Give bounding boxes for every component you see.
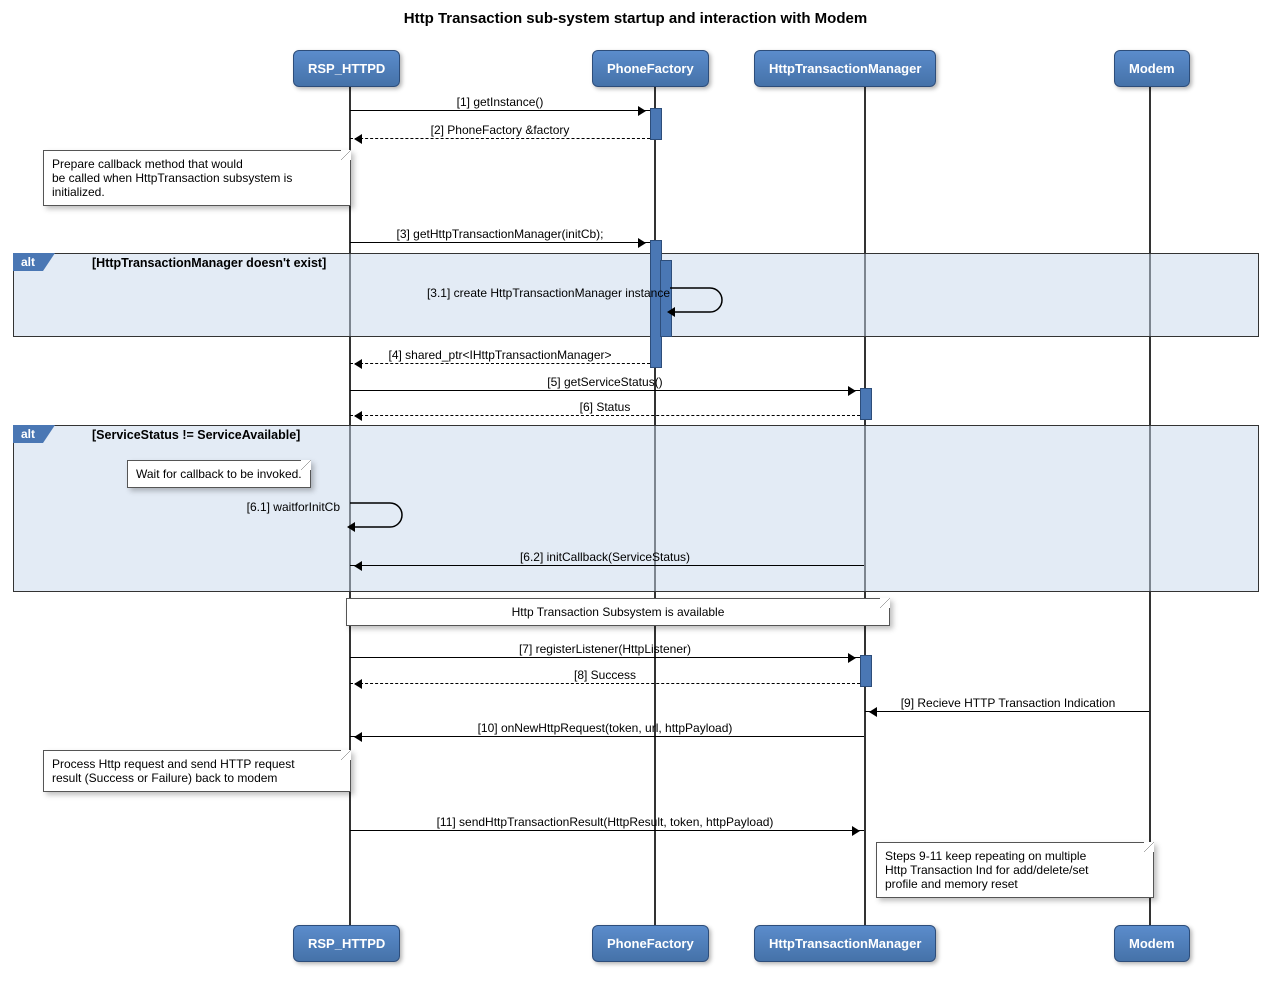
message-5-label: [5] getServiceStatus() (350, 375, 860, 389)
alt-1-label: alt (13, 253, 55, 271)
message-7-arrow (350, 657, 860, 659)
alt-2-guard: [ServiceStatus != ServiceAvailable] (92, 428, 300, 442)
message-8-label: [8] Success (350, 668, 860, 682)
message-5-arrow (350, 390, 860, 392)
note-prepare-callback: Prepare callback method that would be ca… (43, 150, 351, 206)
activation-htm-7 (860, 655, 872, 687)
message-10-label: [10] onNewHttpRequest(token, url, httpPa… (350, 721, 860, 735)
message-9-label: [9] Recieve HTTP Transaction Indication (868, 696, 1148, 710)
message-2-label: [2] PhoneFactory &factory (350, 123, 650, 137)
participant-phonefactory-top: PhoneFactory (592, 50, 709, 87)
diagram-title: Http Transaction sub-system startup and … (10, 10, 1261, 27)
participant-modem-top: Modem (1114, 50, 1190, 87)
message-6-2-label: [6.2] initCallback(ServiceStatus) (350, 550, 860, 564)
note-steps-repeat: Steps 9-11 keep repeating on multiple Ht… (876, 842, 1154, 898)
message-1-label: [1] getInstance() (350, 95, 650, 109)
message-8-arrow (350, 683, 860, 685)
message-11-label: [11] sendHttpTransactionResult(HttpResul… (350, 815, 860, 829)
activation-htm-5 (860, 388, 872, 420)
message-3-arrow (350, 242, 650, 244)
note-wait-callback: Wait for callback to be invoked. (127, 460, 311, 488)
note-subsystem-available: Http Transaction Subsystem is available (346, 598, 890, 626)
participant-rsp-httpd-bottom: RSP_HTTPD (293, 925, 400, 962)
message-3-1-label: [3.1] create HttpTransactionManager inst… (350, 286, 670, 300)
message-3-label: [3] getHttpTransactionManager(initCb); (350, 227, 650, 241)
sequence-diagram: Http Transaction sub-system startup and … (10, 10, 1261, 982)
message-10-arrow (350, 736, 864, 738)
message-4-arrow (350, 363, 650, 365)
participant-rsp-httpd-top: RSP_HTTPD (293, 50, 400, 87)
message-6-1-loop (350, 500, 410, 533)
message-9-arrow (865, 711, 1149, 713)
alt-1-guard: [HttpTransactionManager doesn't exist] (92, 256, 326, 270)
message-11-arrow (350, 830, 864, 832)
message-6-2-arrow (350, 565, 864, 567)
activation-phonefactory-1 (650, 108, 662, 140)
message-4-label: [4] shared_ptr<IHttpTransactionManager> (350, 348, 650, 362)
alt-2-label: alt (13, 425, 55, 443)
participant-httptransactionmanager-top: HttpTransactionManager (754, 50, 936, 87)
note-process-request: Process Http request and send HTTP reque… (43, 750, 351, 792)
message-1-arrow (350, 110, 650, 112)
participant-httptransactionmanager-bottom: HttpTransactionManager (754, 925, 936, 962)
message-3-1-loop (670, 285, 730, 318)
message-6-label: [6] Status (350, 400, 860, 414)
message-6-1-label: [6.1] waitforInitCb (180, 500, 340, 514)
participant-phonefactory-bottom: PhoneFactory (592, 925, 709, 962)
participant-modem-bottom: Modem (1114, 925, 1190, 962)
message-6-arrow (350, 415, 860, 417)
message-2-arrow (350, 138, 650, 140)
message-7-label: [7] registerListener(HttpListener) (350, 642, 860, 656)
